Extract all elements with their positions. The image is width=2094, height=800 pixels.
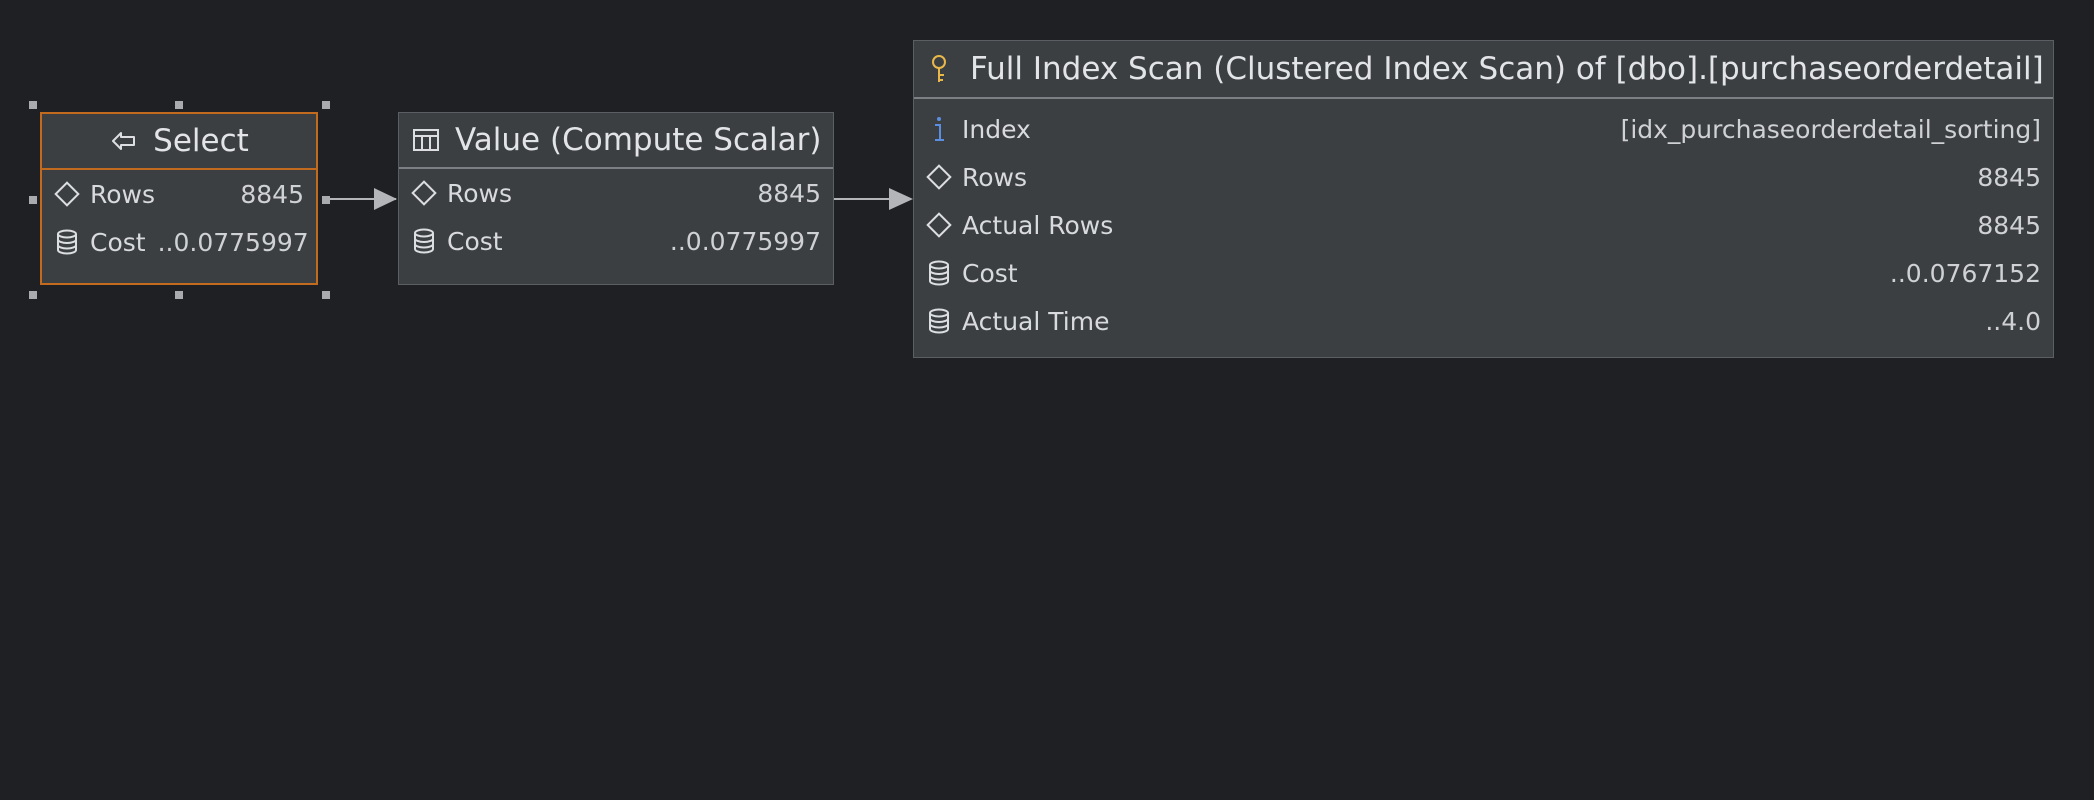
edge-select-compute-arrow	[374, 188, 397, 210]
diamond-icon	[924, 162, 954, 192]
scan-node-title: Full Index Scan (Clustered Index Scan) o…	[970, 51, 2044, 87]
diamond-icon	[52, 179, 82, 209]
diamond-icon	[409, 178, 439, 208]
scan-actual-rows-label: Actual Rows	[962, 210, 1114, 240]
diamond-icon	[924, 210, 954, 240]
scan-index-label: Index	[962, 114, 1031, 144]
select-node-title: Select	[153, 123, 249, 159]
scan-node-header: Full Index Scan (Clustered Index Scan) o…	[914, 41, 2053, 99]
scan-actual-time-row: Actual Time ..4.0	[914, 297, 2053, 345]
scan-cost-value: ..0.0767152	[1889, 258, 2041, 288]
compute-rows-row: Rows 8845	[399, 169, 833, 217]
scan-actual-rows-row: Actual Rows 8845	[914, 201, 2053, 249]
database-icon	[924, 306, 954, 336]
compute-cost-row: Cost ..0.0775997	[399, 217, 833, 265]
scan-rows-value: 8845	[1977, 162, 2041, 192]
select-node-header: Select	[42, 114, 316, 170]
key-icon	[924, 54, 954, 84]
arrow-left-icon	[109, 126, 139, 156]
scan-actual-rows-value: 8845	[1977, 210, 2041, 240]
scan-rows-row: Rows 8845	[914, 153, 2053, 201]
compute-rows-label: Rows	[447, 178, 513, 208]
scan-cost-row: Cost ..0.0767152	[914, 249, 2053, 297]
resize-handle-bottom-right[interactable]	[322, 291, 330, 299]
scan-actual-time-label: Actual Time	[962, 306, 1110, 336]
resize-handle-bottom[interactable]	[175, 291, 183, 299]
edge-compute-scan-arrow	[889, 188, 913, 210]
compute-cost-label: Cost	[447, 226, 503, 256]
resize-handle-top-left[interactable]	[29, 101, 37, 109]
scan-index-row: Index [idx_purchaseorderdetail_sorting]	[914, 105, 2053, 153]
table-icon	[411, 125, 441, 155]
scan-rows-label: Rows	[962, 162, 1028, 192]
compute-node-header: Value (Compute Scalar)	[399, 113, 833, 169]
select-cost-value: ..0.0775997	[157, 227, 309, 257]
scan-index-value: [idx_purchaseorderdetail_sorting]	[1620, 114, 2041, 144]
select-rows-row: Rows 8845	[42, 170, 316, 218]
info-icon	[924, 114, 954, 144]
resize-handle-bottom-left[interactable]	[29, 291, 37, 299]
index-scan-node[interactable]: Full Index Scan (Clustered Index Scan) o…	[913, 40, 2054, 358]
compute-node-title: Value (Compute Scalar)	[455, 122, 822, 158]
resize-handle-right[interactable]	[322, 196, 330, 204]
database-icon	[924, 258, 954, 288]
scan-cost-label: Cost	[962, 258, 1018, 288]
select-cost-label: Cost	[90, 227, 146, 257]
select-node[interactable]: Select Rows 8845 Cost ..0.0775997	[40, 112, 318, 285]
query-plan-canvas: Select Rows 8845 Cost ..0.0775997 Value …	[0, 0, 2094, 800]
resize-handle-top-right[interactable]	[322, 101, 330, 109]
database-icon	[409, 226, 439, 256]
select-rows-label: Rows	[90, 179, 156, 209]
scan-actual-time-value: ..4.0	[1985, 306, 2041, 336]
database-icon	[52, 227, 82, 257]
resize-handle-left[interactable]	[29, 196, 37, 204]
resize-handle-top[interactable]	[175, 101, 183, 109]
select-rows-value: 8845	[240, 179, 304, 209]
select-cost-row: Cost ..0.0775997	[42, 218, 316, 266]
compute-scalar-node[interactable]: Value (Compute Scalar) Rows 8845 Cost ..…	[398, 112, 834, 285]
compute-rows-value: 8845	[757, 178, 821, 208]
compute-cost-value: ..0.0775997	[669, 226, 821, 256]
